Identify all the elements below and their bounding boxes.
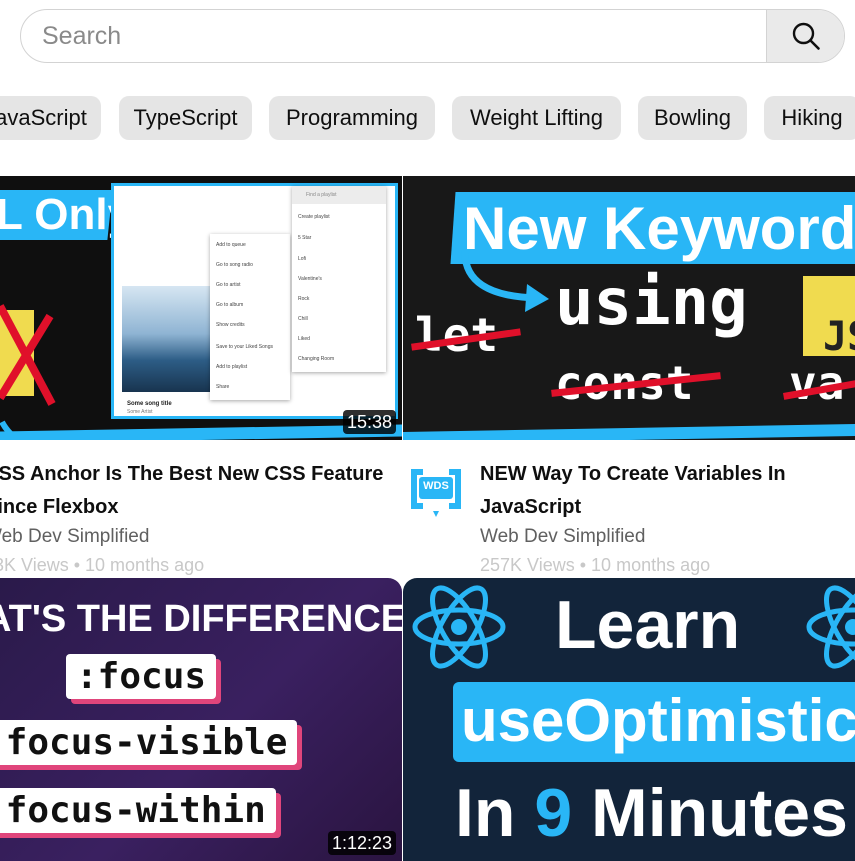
thumbnail-word-using: using bbox=[555, 266, 748, 340]
red-x-mark bbox=[0, 304, 56, 406]
chip-typescript[interactable]: TypeScript bbox=[119, 96, 252, 140]
thumbnail-line-learn: Learn bbox=[555, 587, 741, 663]
song-title: Some song title bbox=[127, 401, 172, 407]
search-button[interactable] bbox=[766, 10, 844, 62]
thumbnail-line-useoptimistic: useOptimistic bbox=[461, 687, 855, 754]
react-logo-icon bbox=[806, 585, 855, 669]
chip-bowling[interactable]: Bowling bbox=[638, 96, 747, 140]
chip-hiking[interactable]: Hiking bbox=[764, 96, 855, 140]
ui-screenshot-panel: Some song title Some Artist Add to queue… bbox=[111, 183, 398, 419]
view-count: 257K Views bbox=[480, 555, 575, 575]
chip-javascript[interactable]: JavaScript bbox=[0, 96, 101, 140]
thumbnail-line-minutes: In 9 Minutes bbox=[455, 775, 848, 851]
thumbnail-pill-focus-within: :focus-within bbox=[0, 788, 276, 833]
avatar-text: WDS bbox=[423, 480, 449, 492]
video-title-line2[interactable]: Since Flexbox bbox=[0, 491, 119, 524]
thumbnail-headline-text: AT'S THE DIFFERENCE? bbox=[0, 598, 402, 640]
react-logo-icon bbox=[412, 585, 506, 669]
video-meta: 257K Views • 10 months ago bbox=[480, 555, 711, 575]
video-thumbnail-use-optimistic[interactable]: Learn useOptimistic In 9 Minutes bbox=[403, 578, 855, 861]
chip-weight-lifting[interactable]: Weight Lifting bbox=[452, 96, 621, 140]
video-title[interactable]: CSS Anchor Is The Best New CSS Feature bbox=[0, 458, 383, 491]
upload-age: 10 months ago bbox=[85, 555, 205, 575]
js-badge-text: JS bbox=[823, 314, 855, 360]
video-meta: 13K Views • 10 months ago bbox=[0, 555, 204, 576]
playlist-menu: Find a playlist Create playlist 5 Star L… bbox=[292, 186, 386, 372]
context-menu: Add to queue Go to song radio Go to arti… bbox=[210, 234, 290, 400]
song-artist: Some Artist bbox=[127, 409, 153, 415]
thumbnail-pill-focus: :focus bbox=[66, 654, 217, 699]
channel-name[interactable]: Web Dev Simplified bbox=[480, 526, 645, 548]
thumbnail-pill-focus-visible: :focus-visible bbox=[0, 720, 298, 765]
channel-name[interactable]: Web Dev Simplified bbox=[0, 526, 149, 548]
video-thumbnail-new-keyword[interactable]: New Keyword using let const JS va bbox=[403, 176, 855, 440]
channel-avatar[interactable]: WDS bbox=[405, 463, 467, 519]
video-duration: 15:38 bbox=[342, 410, 396, 434]
video-thumbnail-focus-difference[interactable]: AT'S THE DIFFERENCE? :focus :focus-visib… bbox=[0, 578, 402, 861]
search-bar bbox=[20, 9, 845, 63]
chip-programming[interactable]: Programming bbox=[269, 96, 435, 140]
search-input[interactable] bbox=[21, 10, 768, 62]
video-title-line2[interactable]: JavaScript bbox=[480, 491, 581, 524]
video-title[interactable]: NEW Way To Create Variables In bbox=[480, 458, 786, 491]
upload-age: 10 months ago bbox=[591, 555, 711, 575]
search-icon bbox=[792, 22, 820, 50]
video-thumbnail-css-anchor[interactable]: L Only Some song title Some Artist Add t… bbox=[0, 176, 402, 440]
view-count: 13K Views bbox=[0, 555, 69, 575]
video-duration: 1:12:23 bbox=[327, 831, 396, 855]
